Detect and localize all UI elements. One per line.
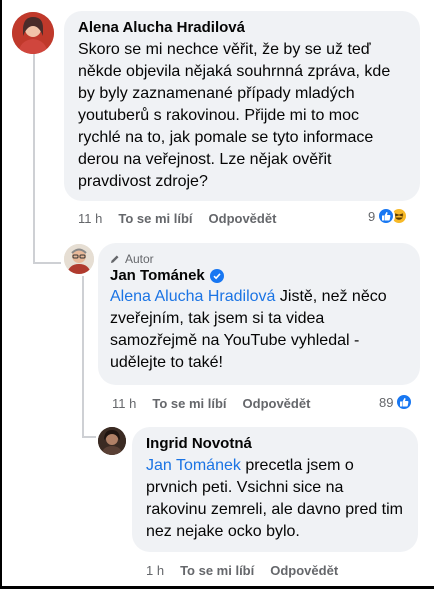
reaction-summary[interactable]: 9 bbox=[368, 207, 409, 225]
comment-time[interactable]: 11 h bbox=[78, 211, 102, 226]
mention-link[interactable]: Jan Tománek bbox=[146, 457, 241, 474]
author-badge: Autor bbox=[110, 251, 408, 266]
like-button[interactable]: To se mi líbí bbox=[118, 211, 192, 226]
reaction-count: 9 bbox=[368, 208, 376, 224]
comment-time[interactable]: 11 h bbox=[112, 396, 136, 411]
comment-text: Skoro se mi nechce věřit, že by se už te… bbox=[78, 41, 391, 190]
reaction-summary[interactable]: 89 bbox=[379, 393, 414, 411]
pencil-icon bbox=[110, 254, 120, 264]
comment-actions: 11 h To se mi líbí Odpovědět bbox=[78, 211, 292, 226]
author-badge-label: Autor bbox=[125, 251, 154, 266]
comment-text: Alena Alucha Hradilová Jistě, než něco z… bbox=[110, 286, 408, 374]
avatar-alena[interactable] bbox=[12, 12, 54, 54]
mention-link[interactable]: Alena Alucha Hradilová bbox=[110, 288, 275, 305]
thread-line bbox=[33, 52, 35, 264]
comment-bubble: Alena Alucha Hradilová Skoro se mi nechc… bbox=[64, 11, 420, 201]
like-icon bbox=[395, 393, 414, 411]
comment-bubble: Autor Jan Tománek Alena Alucha Hradilová… bbox=[98, 243, 420, 385]
reply-button[interactable]: Odpovědět bbox=[243, 396, 311, 411]
comment-author[interactable]: Alena Alucha Hradilová bbox=[78, 19, 406, 36]
comment-time[interactable]: 1 h bbox=[146, 563, 164, 578]
reaction-count: 89 bbox=[379, 394, 394, 410]
like-button[interactable]: To se mi líbí bbox=[180, 563, 254, 578]
avatar-ingrid[interactable] bbox=[98, 427, 126, 455]
verified-icon bbox=[209, 268, 224, 283]
comment-actions: 11 h To se mi líbí Odpovědět bbox=[112, 396, 326, 411]
thread-line-elbow-2 bbox=[82, 436, 96, 438]
comment-author[interactable]: Jan Tománek bbox=[110, 267, 205, 284]
reply-button[interactable]: Odpovědět bbox=[270, 563, 338, 578]
thread-line-reply bbox=[82, 276, 84, 436]
thread-line-elbow bbox=[33, 262, 61, 264]
like-button[interactable]: To se mi líbí bbox=[152, 396, 226, 411]
comment-text: Jan Tománek precetla jsem o prvnich peti… bbox=[146, 455, 404, 543]
comment-actions: 1 h To se mi líbí Odpovědět bbox=[146, 563, 354, 578]
reply-button[interactable]: Odpovědět bbox=[209, 211, 277, 226]
avatar-jan[interactable] bbox=[64, 244, 94, 274]
comment-bubble: Ingrid Novotná Jan Tománek precetla jsem… bbox=[132, 427, 418, 552]
comment-author[interactable]: Ingrid Novotná bbox=[146, 435, 404, 452]
